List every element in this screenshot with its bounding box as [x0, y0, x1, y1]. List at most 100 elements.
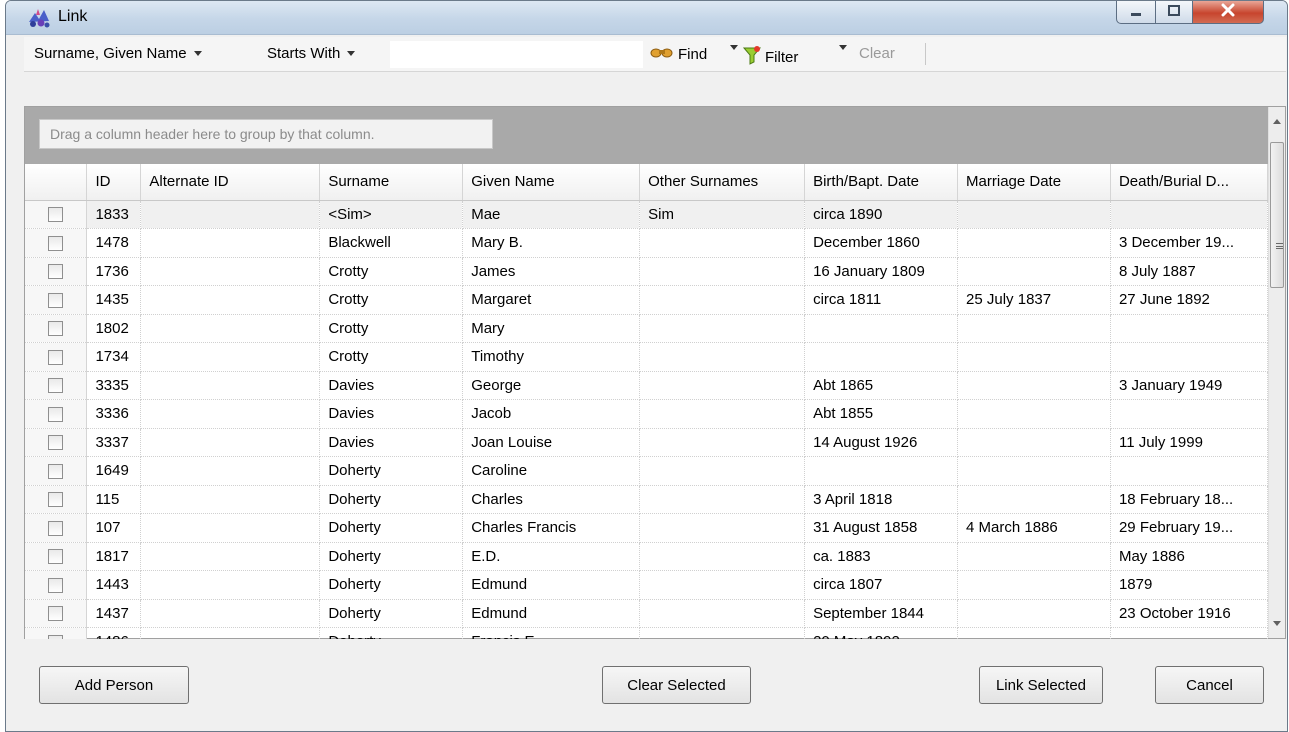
row-checkbox[interactable]	[48, 207, 64, 223]
table-cell[interactable]: Doherty	[319, 627, 464, 639]
table-row[interactable]: 1736 Crotty James 16 January 1809 8 July 188…	[25, 257, 1268, 286]
row-checkbox[interactable]	[48, 349, 64, 365]
table-cell[interactable]	[140, 399, 321, 429]
table-cell[interactable]: Davies	[319, 371, 464, 400]
table-cell[interactable]	[1110, 399, 1268, 429]
clear-filter-button[interactable]: Clear	[859, 45, 895, 62]
table-cell[interactable]	[639, 399, 806, 429]
table-cell[interactable]	[140, 200, 321, 229]
table-cell[interactable]	[957, 599, 1111, 628]
table-row[interactable]: 1734 Crotty Timothy	[25, 342, 1268, 372]
row-checkbox[interactable]	[48, 435, 64, 451]
table-cell[interactable]	[639, 257, 806, 286]
table-cell[interactable]	[140, 428, 321, 457]
minimize-button[interactable]	[1116, 1, 1156, 24]
table-cell[interactable]: 1443	[86, 570, 142, 600]
table-cell[interactable]	[1110, 314, 1268, 343]
search-input[interactable]	[390, 41, 643, 68]
table-cell[interactable]: 8 July 1887	[1110, 257, 1268, 286]
table-cell[interactable]	[957, 570, 1111, 600]
table-cell[interactable]: 20 May 1892	[804, 627, 959, 639]
table-cell[interactable]: Charles Francis	[462, 513, 641, 543]
table-cell[interactable]: Mary B.	[462, 228, 641, 258]
row-checkbox[interactable]	[48, 378, 64, 394]
filter-button[interactable]: Filter	[742, 45, 798, 69]
table-cell[interactable]	[957, 428, 1111, 457]
table-row[interactable]: 1478 Blackwell Mary B. December 1860 3 Decem…	[25, 228, 1268, 258]
row-checkbox[interactable]	[48, 463, 64, 479]
group-by-panel[interactable]: Drag a column header here to group by th…	[25, 107, 1268, 164]
table-cell[interactable]: Doherty	[319, 485, 464, 514]
table-cell[interactable]: 29 February 19...	[1110, 513, 1268, 543]
row-checkbox[interactable]	[48, 292, 64, 308]
table-cell[interactable]: Joan Louise	[462, 428, 641, 457]
table-cell[interactable]: 1833	[86, 200, 142, 229]
table-cell[interactable]: Abt 1855	[804, 399, 959, 429]
table-cell[interactable]	[639, 627, 806, 639]
table-cell[interactable]	[957, 200, 1111, 229]
table-cell[interactable]: George	[462, 371, 641, 400]
table-cell[interactable]: Abt 1865	[804, 371, 959, 400]
table-cell[interactable]	[957, 314, 1111, 343]
table-cell[interactable]: Edmund	[462, 599, 641, 628]
scroll-down-icon[interactable]	[1273, 621, 1281, 626]
column-header[interactable]: Other Surnames	[639, 164, 806, 201]
row-checkbox[interactable]	[48, 549, 64, 565]
row-checkbox[interactable]	[48, 492, 64, 508]
table-cell[interactable]	[140, 456, 321, 486]
table-cell[interactable]: Crotty	[319, 314, 464, 343]
table-cell[interactable]	[140, 228, 321, 258]
table-cell[interactable]: 1734	[86, 342, 142, 372]
column-header-select[interactable]	[25, 164, 88, 201]
link-selected-button[interactable]: Link Selected	[979, 666, 1103, 704]
table-cell[interactable]	[1110, 456, 1268, 486]
table-cell[interactable]: Davies	[319, 428, 464, 457]
vertical-scrollbar[interactable]	[1268, 107, 1285, 638]
table-cell[interactable]: 1478	[86, 228, 142, 258]
table-cell[interactable]	[804, 314, 959, 343]
close-button[interactable]	[1192, 1, 1264, 24]
table-cell[interactable]: 115	[86, 485, 142, 514]
table-cell[interactable]: Crotty	[319, 342, 464, 372]
row-checkbox[interactable]	[48, 321, 64, 337]
row-checkbox[interactable]	[48, 406, 64, 422]
table-cell[interactable]	[639, 285, 806, 315]
column-header[interactable]: Birth/Bapt. Date	[804, 164, 959, 201]
table-cell[interactable]	[140, 485, 321, 514]
table-cell[interactable]: ca. 1883	[804, 542, 959, 571]
table-cell[interactable]	[957, 342, 1111, 372]
table-cell[interactable]: Doherty	[319, 542, 464, 571]
table-cell[interactable]	[639, 599, 806, 628]
table-cell[interactable]: 14 August 1926	[804, 428, 959, 457]
table-cell[interactable]	[639, 513, 806, 543]
table-cell[interactable]: Jacob	[462, 399, 641, 429]
table-cell[interactable]: Francis E.	[462, 627, 641, 639]
table-cell[interactable]	[639, 542, 806, 571]
scroll-up-icon[interactable]	[1273, 119, 1281, 124]
table-cell[interactable]	[140, 257, 321, 286]
table-cell[interactable]: Mary	[462, 314, 641, 343]
table-cell[interactable]	[140, 542, 321, 571]
table-cell[interactable]: 1649	[86, 456, 142, 486]
table-cell[interactable]: 3337	[86, 428, 142, 457]
cancel-button[interactable]: Cancel	[1155, 666, 1264, 704]
table-cell[interactable]: 3 April 1818	[804, 485, 959, 514]
table-row[interactable]: 1802 Crotty Mary	[25, 314, 1268, 343]
table-row[interactable]: 1437 Doherty Edmund September 1844 23 Octobe…	[25, 599, 1268, 628]
table-cell[interactable]	[140, 513, 321, 543]
table-cell[interactable]: 1817	[86, 542, 142, 571]
table-row[interactable]: 3335 Davies George Abt 1865 3 January 1949	[25, 371, 1268, 400]
table-row[interactable]: 1817 Doherty E.D. ca. 1883 May 1886	[25, 542, 1268, 571]
table-cell[interactable]: Doherty	[319, 513, 464, 543]
table-cell[interactable]: 1486	[86, 627, 142, 639]
table-cell[interactable]	[1110, 200, 1268, 229]
table-cell[interactable]: Charles	[462, 485, 641, 514]
table-cell[interactable]: 1879	[1110, 570, 1268, 600]
search-field-dropdown[interactable]: Surname, Given Name	[34, 45, 202, 62]
row-checkbox[interactable]	[48, 264, 64, 280]
column-header[interactable]: Marriage Date	[957, 164, 1111, 201]
table-cell[interactable]: 3 January 1949	[1110, 371, 1268, 400]
table-cell[interactable]: 16 January 1809	[804, 257, 959, 286]
table-cell[interactable]: Crotty	[319, 257, 464, 286]
table-cell[interactable]	[140, 285, 321, 315]
